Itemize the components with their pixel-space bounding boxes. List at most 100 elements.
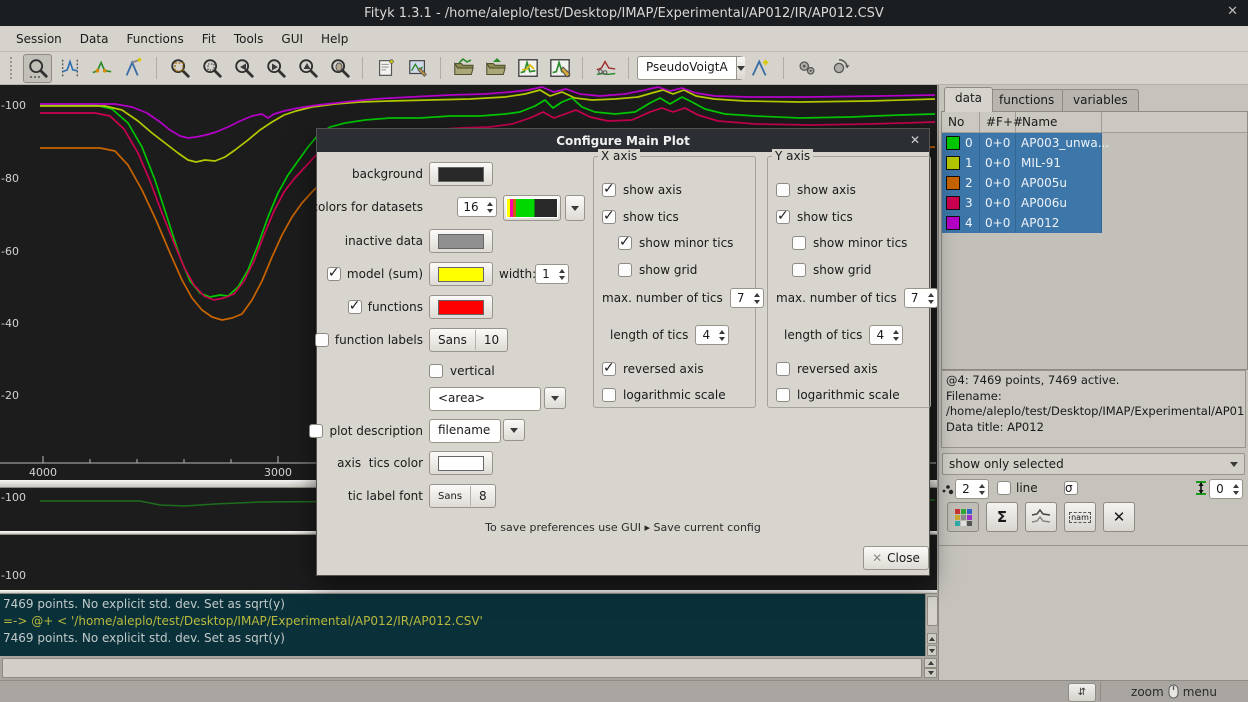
background-color-button[interactable] bbox=[429, 162, 493, 186]
functions-checkbox[interactable] bbox=[348, 300, 362, 314]
sum-button[interactable]: Σ bbox=[986, 502, 1018, 532]
rename-data-button[interactable]: nam bbox=[1064, 502, 1096, 532]
console-scrollbar[interactable] bbox=[925, 594, 937, 656]
dataset-color-swatch[interactable] bbox=[946, 216, 960, 230]
history-down-icon[interactable] bbox=[924, 668, 937, 678]
zoom-selection-icon[interactable] bbox=[197, 54, 226, 83]
peak-type-dropdown-arrow[interactable] bbox=[736, 57, 745, 79]
menu-help[interactable]: Help bbox=[313, 29, 356, 49]
table-row[interactable]: 3 0+0 AP006u bbox=[942, 193, 1102, 213]
y-logarithmic-checkbox[interactable] bbox=[776, 388, 790, 402]
y-show-tics-checkbox[interactable] bbox=[776, 210, 790, 224]
description-format-combo[interactable]: filename bbox=[429, 419, 501, 443]
y-max-tics-spinner[interactable]: 7 bbox=[904, 288, 938, 308]
window-titlebar[interactable]: Fityk 1.3.1 - /home/aleplo/test/Desktop/… bbox=[0, 0, 1248, 26]
dataset-color-swatch[interactable] bbox=[946, 156, 960, 170]
dataset-colors-button[interactable] bbox=[947, 502, 979, 532]
dataset-color-swatch[interactable] bbox=[946, 176, 960, 190]
delete-data-button[interactable]: ✕ bbox=[1103, 502, 1135, 532]
zoom-all-icon[interactable] bbox=[165, 54, 194, 83]
description-dropdown-arrow[interactable] bbox=[503, 419, 525, 441]
model-checkbox[interactable] bbox=[327, 267, 341, 281]
dialog-close-icon[interactable]: ✕ bbox=[910, 133, 920, 147]
input-history-arrows[interactable] bbox=[924, 658, 937, 678]
duplicate-data-button[interactable] bbox=[1025, 502, 1057, 532]
x-show-axis-checkbox[interactable] bbox=[602, 183, 616, 197]
save-image-icon[interactable] bbox=[545, 54, 574, 83]
open-session-icon[interactable] bbox=[481, 54, 510, 83]
draw-peak-mode-icon[interactable] bbox=[87, 54, 116, 83]
menu-tools[interactable]: Tools bbox=[226, 29, 272, 49]
strip-background-icon[interactable] bbox=[591, 54, 620, 83]
session-log-icon[interactable] bbox=[371, 54, 400, 83]
console-scrollbar-thumb[interactable] bbox=[927, 596, 938, 626]
dataset-table[interactable]: No #F+# Name 0 0+0 AP003_unwa... 1 0+0 M… bbox=[941, 111, 1248, 370]
y-reversed-checkbox[interactable] bbox=[776, 362, 790, 376]
shift-spinner[interactable]: 0 bbox=[1209, 479, 1243, 499]
filter-dropdown-arrow[interactable] bbox=[1224, 454, 1244, 474]
menu-data[interactable]: Data bbox=[72, 29, 117, 49]
add-peak-mode-icon[interactable] bbox=[119, 54, 148, 83]
status-props-button[interactable]: ⇵ bbox=[1068, 683, 1096, 702]
y-show-grid-checkbox[interactable] bbox=[792, 263, 806, 277]
zoom-mouse-icon[interactable] bbox=[325, 54, 354, 83]
dataset-palette-button[interactable] bbox=[503, 195, 561, 221]
plot-description-checkbox[interactable] bbox=[309, 424, 323, 438]
peak-type-combo[interactable]: PseudoVoigtA bbox=[637, 56, 743, 80]
functions-color-button[interactable] bbox=[429, 295, 493, 319]
gui-config-icon[interactable] bbox=[403, 54, 432, 83]
table-row[interactable]: 4 0+0 AP012 bbox=[942, 213, 1102, 233]
history-up-icon[interactable] bbox=[924, 658, 937, 668]
palette-dropdown-arrow[interactable] bbox=[565, 195, 585, 221]
x-show-tics-checkbox[interactable] bbox=[602, 210, 616, 224]
table-row[interactable]: 0 0+0 AP003_unwa... bbox=[942, 133, 1102, 153]
data-range-mode-icon[interactable] bbox=[55, 54, 84, 83]
open-data-icon[interactable] bbox=[449, 54, 478, 83]
dataset-color-swatch[interactable] bbox=[946, 136, 960, 150]
zoom-next-icon[interactable] bbox=[261, 54, 290, 83]
table-row[interactable]: 1 0+0 MIL-91 bbox=[942, 153, 1102, 173]
labels-font-button[interactable]: Sans 10 bbox=[429, 328, 508, 352]
auto-add-peak-icon[interactable] bbox=[746, 54, 775, 83]
output-console[interactable]: 7469 points. No explicit std. dev. Set a… bbox=[0, 594, 937, 656]
tab-data[interactable]: data bbox=[944, 87, 993, 112]
vertical-checkbox[interactable] bbox=[429, 364, 443, 378]
function-labels-checkbox[interactable] bbox=[315, 333, 329, 347]
tics-color-button[interactable] bbox=[429, 451, 493, 475]
y-tic-length-spinner[interactable]: 4 bbox=[869, 325, 903, 345]
x-max-tics-spinner[interactable]: 7 bbox=[730, 288, 764, 308]
zoom-vertical-icon[interactable] bbox=[293, 54, 322, 83]
width-spinner[interactable]: 1 bbox=[535, 264, 569, 284]
point-size-spinner[interactable]: 2 bbox=[955, 479, 989, 499]
dataset-color-swatch[interactable] bbox=[946, 196, 960, 210]
line-checkbox[interactable] bbox=[997, 481, 1011, 495]
command-input[interactable] bbox=[2, 658, 922, 678]
continue-fit-icon[interactable] bbox=[824, 54, 853, 83]
label-format-combo[interactable]: <area> bbox=[429, 387, 541, 411]
tab-variables[interactable]: variables bbox=[1062, 89, 1139, 111]
zoom-previous-icon[interactable] bbox=[229, 54, 258, 83]
menu-session[interactable]: Session bbox=[8, 29, 70, 49]
zoom-mode-icon[interactable] bbox=[23, 54, 52, 83]
tab-functions[interactable]: functions bbox=[988, 89, 1065, 111]
y-show-axis-checkbox[interactable] bbox=[776, 183, 790, 197]
filter-combo[interactable]: show only selected bbox=[942, 453, 1245, 475]
scroll-down-icon[interactable] bbox=[927, 645, 937, 656]
close-button[interactable]: ✕ Close bbox=[863, 546, 929, 570]
inactive-color-button[interactable] bbox=[429, 229, 493, 253]
tic-font-button[interactable]: Sans 8 bbox=[429, 484, 496, 508]
menu-gui[interactable]: GUI bbox=[273, 29, 311, 49]
model-color-button[interactable] bbox=[429, 262, 493, 286]
table-row[interactable]: 2 0+0 AP005u bbox=[942, 173, 1102, 193]
x-show-grid-checkbox[interactable] bbox=[618, 263, 632, 277]
label-format-dropdown-arrow[interactable] bbox=[544, 387, 566, 409]
x-logarithmic-checkbox[interactable] bbox=[602, 388, 616, 402]
run-fit-icon[interactable] bbox=[792, 54, 821, 83]
datasets-count-spinner[interactable]: 16 bbox=[457, 197, 497, 217]
menu-fit[interactable]: Fit bbox=[194, 29, 224, 49]
scroll-up-icon[interactable] bbox=[927, 633, 937, 644]
menu-functions[interactable]: Functions bbox=[118, 29, 191, 49]
x-reversed-checkbox[interactable] bbox=[602, 362, 616, 376]
y-show-minor-tics-checkbox[interactable] bbox=[792, 236, 806, 250]
toolbar-grip[interactable] bbox=[10, 57, 16, 79]
